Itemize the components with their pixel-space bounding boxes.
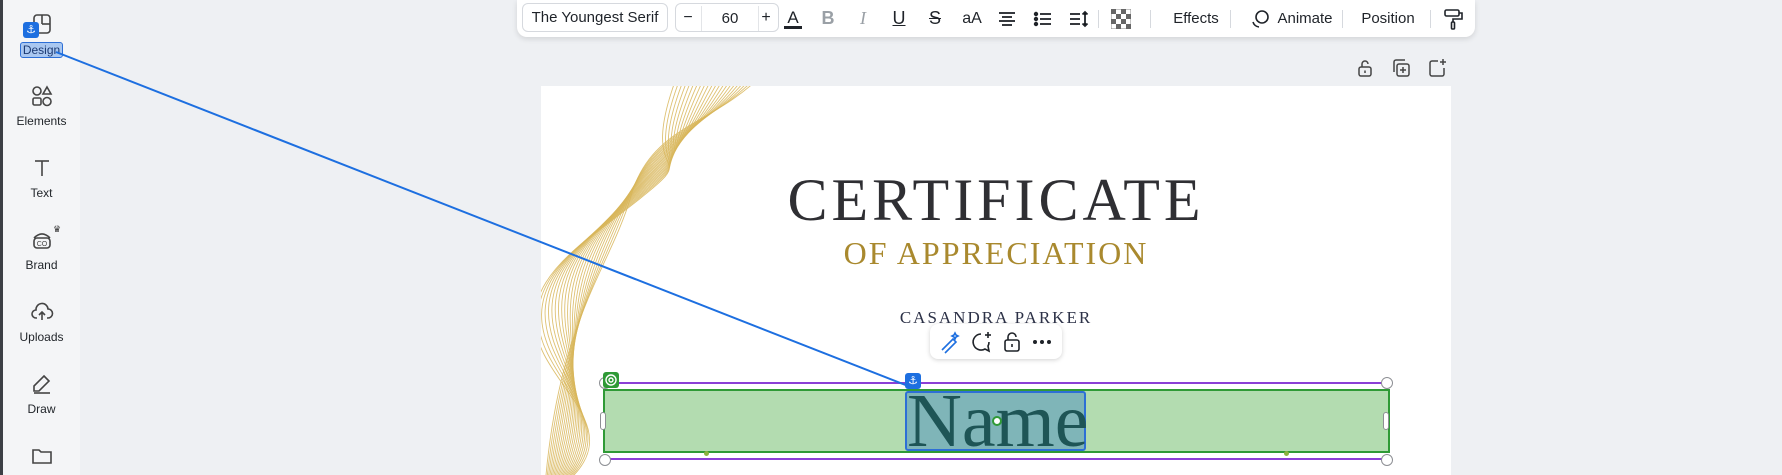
resize-handle-top-right[interactable] bbox=[1381, 377, 1393, 389]
copy-style-button[interactable] bbox=[1439, 0, 1467, 37]
element-context-toolbar bbox=[930, 324, 1062, 359]
lock-element-button[interactable] bbox=[1000, 330, 1024, 354]
italic-button[interactable]: I bbox=[849, 0, 877, 37]
position-button[interactable]: Position bbox=[1351, 0, 1425, 37]
spacing-button[interactable] bbox=[1065, 0, 1093, 37]
toolbar-divider bbox=[1230, 10, 1231, 28]
effects-button[interactable]: Effects bbox=[1161, 0, 1231, 37]
sidebar-item-projects[interactable] bbox=[3, 444, 80, 470]
lock-page-button[interactable] bbox=[1354, 57, 1376, 79]
certificate-subtitle[interactable]: OF APPRECIATION bbox=[541, 235, 1451, 272]
increase-font-size-button[interactable]: + bbox=[754, 4, 778, 31]
resize-handle-right[interactable] bbox=[1383, 412, 1389, 430]
sidebar-item-label: Draw bbox=[27, 402, 56, 416]
sidebar-item-uploads[interactable]: Uploads bbox=[3, 300, 80, 344]
sidebar-item-design[interactable]: Design bbox=[3, 12, 80, 59]
underline-button[interactable]: U bbox=[885, 0, 913, 37]
font-size-stepper: − + bbox=[675, 3, 779, 32]
toolbar-divider bbox=[1430, 10, 1431, 28]
uploads-icon bbox=[3, 300, 80, 326]
line-spacing-icon bbox=[1070, 10, 1089, 27]
folder-icon bbox=[3, 444, 80, 470]
underline-icon: U bbox=[892, 8, 906, 28]
align-center-icon bbox=[999, 11, 1015, 26]
text-icon bbox=[3, 156, 80, 182]
transparency-icon bbox=[1111, 8, 1131, 29]
sidebar-item-label: Brand bbox=[25, 258, 58, 272]
anchor-icon: ⚓ bbox=[23, 22, 39, 38]
group-icon[interactable] bbox=[603, 372, 619, 388]
resize-handle-bottom-left[interactable] bbox=[599, 454, 611, 466]
add-page-icon bbox=[1429, 59, 1446, 77]
anchor-icon[interactable]: ⚓ bbox=[905, 373, 921, 389]
animate-button[interactable]: Animate bbox=[1241, 0, 1341, 37]
spacing-marker bbox=[1284, 451, 1289, 456]
font-family-select[interactable]: The Youngest Serif bbox=[522, 3, 668, 32]
letter-case-button[interactable]: aA bbox=[953, 0, 991, 37]
bold-button[interactable]: B bbox=[814, 0, 842, 37]
sidebar-item-draw[interactable]: Draw bbox=[3, 372, 80, 416]
animate-label: Animate bbox=[1277, 10, 1333, 27]
comment-button[interactable] bbox=[969, 330, 993, 354]
svg-text:A: A bbox=[787, 8, 799, 27]
text-color-icon: A bbox=[784, 8, 802, 29]
sidebar-item-elements[interactable]: Elements bbox=[3, 84, 80, 128]
align-center-button[interactable] bbox=[993, 0, 1021, 37]
strikethrough-button[interactable]: S bbox=[921, 0, 949, 37]
brand-icon: CO bbox=[3, 228, 80, 254]
strikethrough-icon: S bbox=[928, 8, 941, 28]
sidebar-item-label: Elements bbox=[16, 114, 67, 128]
resize-handle-bottom-right[interactable] bbox=[1381, 454, 1393, 466]
sidebar-item-label: Text bbox=[30, 186, 53, 200]
text-color-button[interactable]: A bbox=[779, 0, 807, 37]
sidebar-item-text[interactable]: Text bbox=[3, 156, 80, 200]
magic-wand-icon bbox=[941, 331, 960, 354]
bold-icon: B bbox=[821, 8, 835, 28]
add-page-button[interactable] bbox=[1426, 57, 1448, 79]
sidebar-item-label: Design bbox=[19, 42, 64, 58]
draw-icon bbox=[3, 372, 80, 398]
italic-icon: I bbox=[860, 8, 866, 28]
duplicate-icon bbox=[1393, 59, 1410, 77]
paint-roller-icon bbox=[1444, 8, 1463, 30]
crown-icon: ♛ bbox=[53, 224, 62, 234]
resize-handle-left[interactable] bbox=[600, 412, 606, 430]
duplicate-page-button[interactable] bbox=[1390, 57, 1412, 79]
spacing-marker bbox=[704, 451, 709, 456]
more-icon bbox=[1033, 340, 1051, 344]
design-icon bbox=[3, 12, 80, 38]
bullet-list-icon bbox=[1033, 11, 1051, 26]
transparency-button[interactable] bbox=[1107, 0, 1135, 37]
decrease-font-size-button[interactable]: − bbox=[676, 4, 700, 31]
toolbar-divider bbox=[1098, 10, 1099, 28]
more-options-button[interactable] bbox=[1030, 330, 1054, 354]
elements-icon bbox=[3, 84, 80, 110]
list-button[interactable] bbox=[1029, 0, 1057, 37]
lock-icon bbox=[1358, 60, 1372, 77]
move-handle[interactable] bbox=[992, 416, 1002, 426]
certificate-title[interactable]: CERTIFICATE bbox=[541, 166, 1451, 235]
add-comment-icon bbox=[972, 332, 991, 353]
svg-text:CO: CO bbox=[36, 241, 47, 248]
text-format-toolbar: The Youngest Serif − + A B I U S aA Effe… bbox=[517, 0, 1475, 37]
lock-icon bbox=[1004, 332, 1020, 352]
sidebar-item-brand[interactable]: CO ♛ Brand bbox=[3, 224, 80, 272]
toolbar-divider bbox=[1342, 10, 1343, 28]
font-size-input[interactable] bbox=[701, 6, 759, 31]
toolbar-divider bbox=[1150, 10, 1151, 28]
magic-edit-button[interactable] bbox=[938, 330, 962, 354]
sidebar-item-label: Uploads bbox=[19, 330, 64, 344]
animate-icon bbox=[1252, 9, 1270, 28]
left-sidebar: Design ⚓ Elements Text CO ♛ Brand Upload… bbox=[0, 0, 80, 475]
